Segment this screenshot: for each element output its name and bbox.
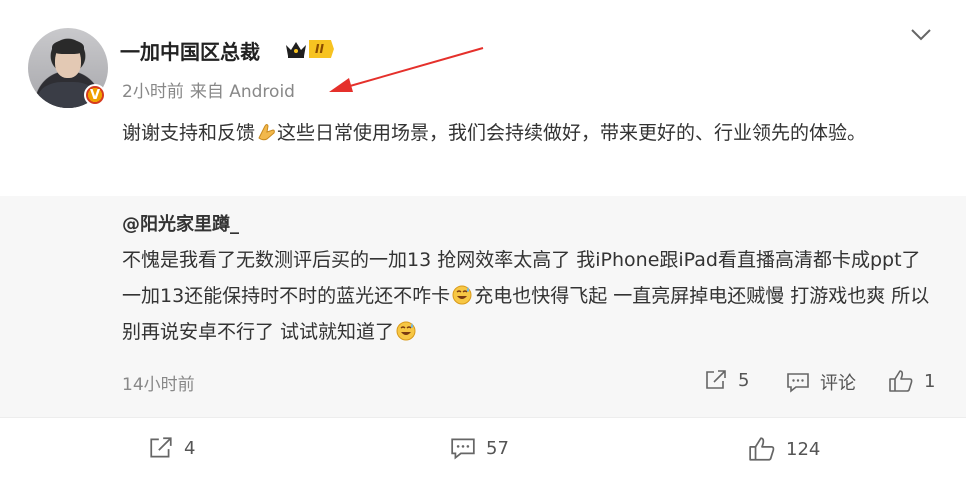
quoted-repost-button[interactable]: 5 (704, 369, 749, 391)
quoted-like-button[interactable]: 1 (888, 369, 935, 393)
post-meta: 2小时前 来自 Android (122, 77, 301, 102)
divider (0, 417, 966, 418)
like-icon (889, 370, 913, 392)
folded-hands-emoji (258, 124, 275, 141)
smiling-sweat-emoji (452, 285, 472, 305)
verified-badge-icon: V (84, 84, 106, 106)
quoted-username[interactable]: @阳光家里蹲_ (122, 210, 239, 236)
footer-like-button[interactable]: 124 (748, 436, 820, 462)
crown-icon (286, 42, 306, 58)
footer-comment-button[interactable]: 57 (450, 436, 509, 460)
post-time[interactable]: 2小时前 (122, 82, 184, 102)
chevron-down-icon[interactable] (906, 22, 936, 48)
repost-icon (706, 370, 726, 389)
comment-icon (451, 438, 475, 460)
quoted-comment-button[interactable]: 评论 (786, 369, 856, 395)
smiling-sweat-emoji (396, 321, 416, 341)
quoted-time[interactable]: 14小时前 (122, 370, 195, 395)
post-source: 来自 Android (189, 82, 295, 102)
footer-repost-button[interactable]: 4 (148, 436, 195, 460)
like-icon (749, 437, 775, 461)
quoted-text: 不愧是我看了无数测评后买的一加13 抢网效率太高了 我iPhone跟iPad看直… (122, 249, 930, 343)
comment-icon (787, 373, 809, 393)
annotation-arrow (329, 47, 484, 92)
post-text: 谢谢支持和反馈 这些日常使用场景，我们会持续做好，带来更好的、行业领先的体验。 (122, 122, 867, 144)
post-username[interactable]: 一加中国区总裁 (120, 36, 260, 65)
repost-icon (150, 437, 172, 458)
